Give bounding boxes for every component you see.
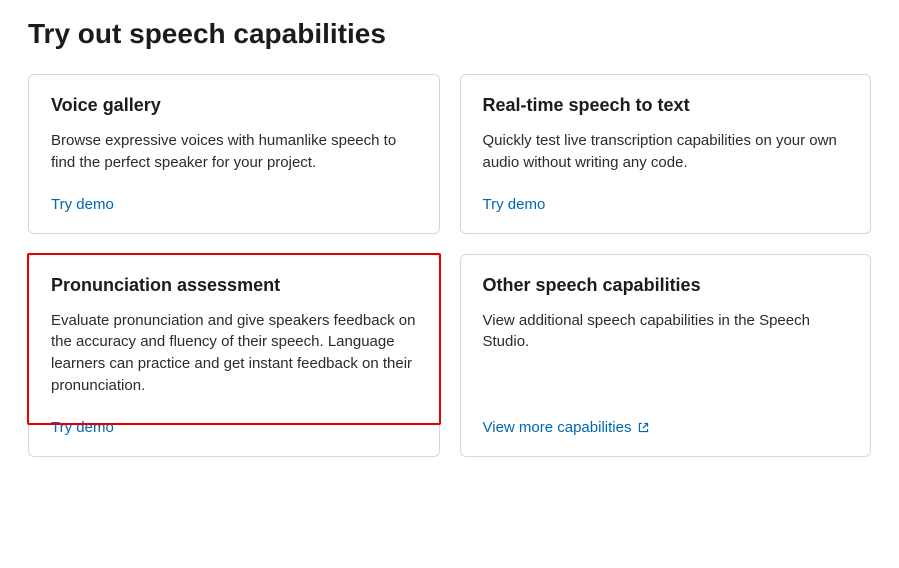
card-grid: Voice gallery Browse expressive voices w… xyxy=(28,74,871,457)
try-demo-link[interactable]: Try demo xyxy=(51,419,114,436)
page-title: Try out speech capabilities xyxy=(28,18,871,50)
card-description: Quickly test live transcription capabili… xyxy=(483,130,849,174)
card-title: Pronunciation assessment xyxy=(51,275,417,296)
view-more-link[interactable]: View more capabilities xyxy=(483,419,651,436)
card-description: Browse expressive voices with humanlike … xyxy=(51,130,417,174)
try-demo-link[interactable]: Try demo xyxy=(51,196,114,213)
external-link-icon xyxy=(637,421,650,434)
card-title: Other speech capabilities xyxy=(483,275,849,296)
card-realtime-stt: Real-time speech to text Quickly test li… xyxy=(460,74,872,234)
card-description: View additional speech capabilities in t… xyxy=(483,310,849,397)
card-title: Voice gallery xyxy=(51,95,417,116)
card-other-capabilities: Other speech capabilities View additiona… xyxy=(460,254,872,457)
try-demo-link[interactable]: Try demo xyxy=(483,196,546,213)
card-title: Real-time speech to text xyxy=(483,95,849,116)
link-label: View more capabilities xyxy=(483,419,632,436)
card-voice-gallery: Voice gallery Browse expressive voices w… xyxy=(28,74,440,234)
card-description: Evaluate pronunciation and give speakers… xyxy=(51,310,417,397)
card-pronunciation-assessment: Pronunciation assessment Evaluate pronun… xyxy=(28,254,440,457)
